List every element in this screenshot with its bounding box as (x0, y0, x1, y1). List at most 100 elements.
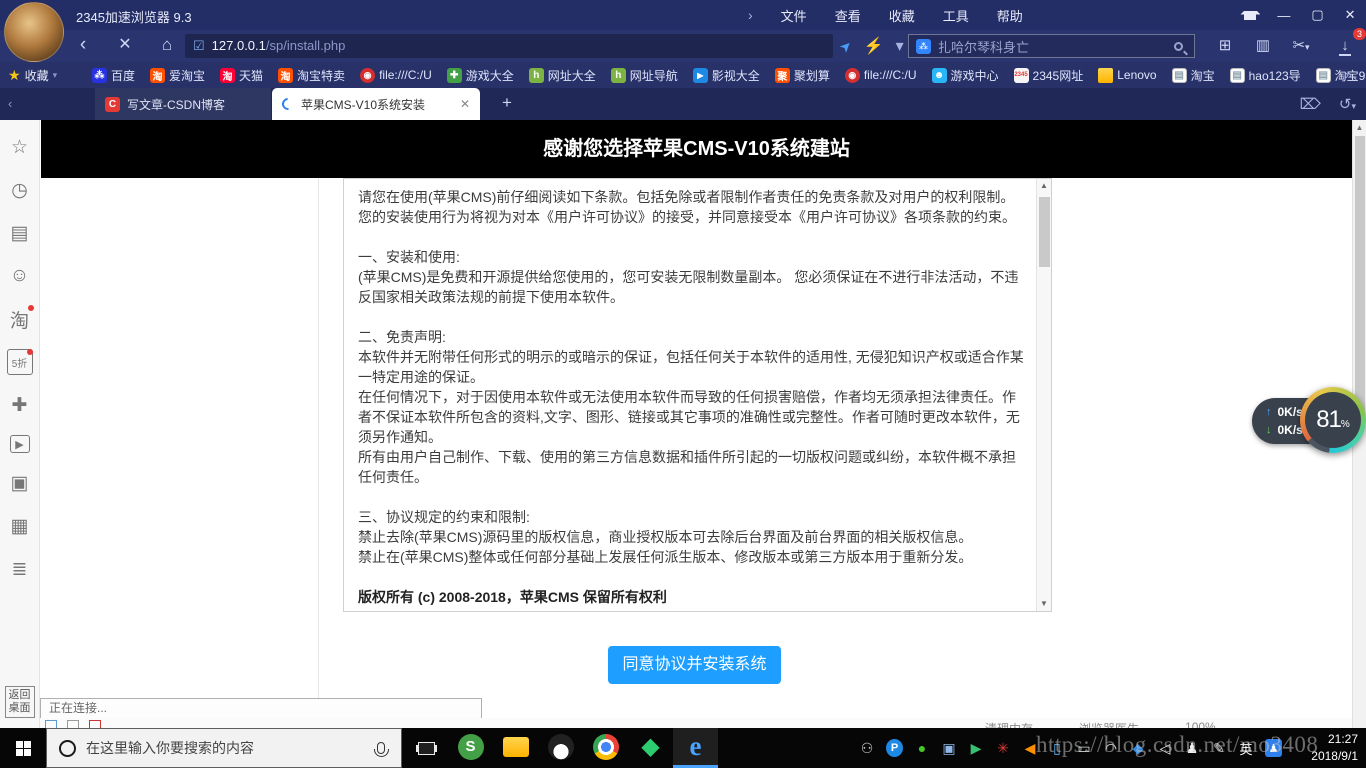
bookmark-taobao[interactable]: ▤ 淘宝 (1172, 67, 1215, 84)
tray-wechat-icon[interactable]: ● (914, 739, 930, 757)
taskbar-app-qq[interactable] (538, 728, 583, 768)
license-scrollbar[interactable]: ▲ ▼ (1036, 179, 1051, 611)
taskbar-app-green-gem[interactable]: ◆ (628, 728, 673, 768)
home-button[interactable]: ⌂ (150, 30, 184, 62)
agree-and-install-button[interactable]: 同意协议并安装系统 (608, 646, 781, 684)
taskbar-app-green-s[interactable]: S (448, 728, 493, 768)
tray-red-cluster-icon[interactable]: ✳ (995, 739, 1011, 757)
sidebar-computer-icon[interactable]: ▣ (7, 470, 33, 496)
clean-traces-icon[interactable]: ⌦ (1300, 95, 1321, 113)
taskbar-search-placeholder[interactable]: 在这里输入你要搜索的内容 (86, 738, 367, 758)
sidebar-notebook-icon[interactable]: ≣ (7, 556, 33, 582)
site-safety-icon[interactable]: ☑ (193, 38, 205, 54)
tab-scroll-left-icon[interactable]: ‹ (8, 88, 12, 120)
taskbar-search-box[interactable]: 在这里输入你要搜索的内容 (46, 728, 402, 768)
bookmarks-overflow-icon[interactable]: » (1345, 62, 1352, 88)
sidebar-wechat-chat-icon[interactable]: ☺ (7, 263, 33, 289)
scrollbar-thumb[interactable] (1039, 197, 1050, 267)
scroll-down-icon[interactable]: ▼ (1037, 597, 1051, 611)
bookmark-wangzhidaquan[interactable]: h 网址大全 (529, 67, 596, 84)
bookmark-taobao-temai[interactable]: 淘 淘宝特卖 (278, 67, 345, 84)
status-bar-item[interactable]: 100% (1185, 720, 1216, 728)
bookmark-yingshidaquan[interactable]: ▶ 影视大全 (693, 67, 760, 84)
tray-player-icon[interactable]: ▶ (968, 739, 984, 757)
bookmark-youxidaquan[interactable]: ✚ 游戏大全 (447, 67, 514, 84)
start-button[interactable] (0, 728, 46, 768)
back-button[interactable]: ‹ (66, 30, 100, 62)
tray-display-icon[interactable]: ▣ (941, 739, 957, 757)
search-query[interactable]: 扎哈尔琴科身亡 (938, 37, 1167, 56)
maximize-button[interactable]: ▢ (1311, 7, 1323, 23)
taskbar-app-2345-browser[interactable]: e (673, 728, 718, 768)
favorites-menu[interactable]: ★ 收藏 ▾ (8, 62, 57, 88)
menu-item[interactable]: 工具 (943, 6, 969, 25)
reading-panels-icon[interactable]: ▥ (1246, 30, 1280, 62)
task-view-button[interactable] (404, 728, 448, 768)
bookmark-wangzhidaohang[interactable]: h 网址导航 (611, 67, 678, 84)
status-bar-item[interactable]: 清理内存 (985, 720, 1033, 728)
bookmark-aitaobao[interactable]: 淘 爱淘宝 (150, 67, 205, 84)
sidebar-history-clock-icon[interactable]: ◷ (7, 177, 33, 203)
taskbar-app-file-explorer[interactable] (493, 728, 538, 768)
return-to-desktop-button[interactable]: 返回 桌面 (5, 686, 35, 718)
bookmark-file-c-u[interactable]: ◉ file:///C:/U (360, 68, 432, 83)
user-avatar[interactable] (4, 2, 64, 62)
stop-button[interactable]: ✕ (108, 30, 142, 62)
sidebar-games-gamepad-icon[interactable]: ✚ (7, 392, 33, 418)
tray-monitor-icon[interactable]: ▭ (1076, 739, 1092, 757)
memory-usage-gauge[interactable]: 81 % (1300, 387, 1366, 453)
apps-grid-icon[interactable]: ⊞ (1208, 30, 1242, 62)
search-magnifier-icon[interactable] (1174, 42, 1183, 51)
tray-device-icon[interactable]: ▯ (1049, 739, 1065, 757)
bookmark-taobao9k9[interactable]: ▤ 淘宝9块9 (1316, 67, 1366, 84)
tray-qq-penguin-icon[interactable]: ♟ (1184, 739, 1200, 757)
new-tab-button[interactable]: + (492, 88, 522, 120)
menu-item[interactable]: 文件 (781, 6, 807, 25)
bookmark-youxizhongxin[interactable]: ☻ 游戏中心 (932, 67, 999, 84)
tray-people-icon[interactable]: ⚇ (859, 739, 875, 757)
tab-close-icon[interactable]: ✕ (460, 97, 470, 111)
sidebar-taobao-icon[interactable]: 淘 (7, 306, 33, 332)
bookmark-juhuasuan[interactable]: 聚 聚划算 (775, 67, 830, 84)
bookmark-baidu[interactable]: ⁂ 百度 (92, 67, 135, 84)
tray-network-icon[interactable]: ◠ (1103, 739, 1119, 757)
tray-contact-card-icon[interactable]: ♟ (1265, 739, 1282, 757)
close-button[interactable]: ✕ (1345, 7, 1356, 23)
sidebar-video-film-icon[interactable]: ▶ (10, 435, 30, 453)
download-manager-icon[interactable]: ↓ 3 (1328, 30, 1362, 62)
sidebar-calculator-icon[interactable]: ▦ (7, 513, 33, 539)
page-scrollbar-thumb[interactable] (1355, 136, 1365, 422)
menu-item[interactable]: 帮助 (997, 6, 1023, 25)
page-scroll-up-icon[interactable]: ▲ (1353, 123, 1366, 132)
menu-item[interactable]: 收藏 (889, 6, 915, 25)
tray-speaker-icon[interactable]: ◁ (1157, 739, 1173, 757)
tray-orange-volume-icon[interactable]: ◀ (1022, 739, 1038, 757)
theme-skin-icon[interactable] (1244, 8, 1256, 23)
search-box[interactable]: ⁂ 扎哈尔琴科身亡 (908, 34, 1195, 58)
sidebar-coupon-5zhe-icon[interactable]: 5折 (7, 349, 33, 375)
taskbar-clock[interactable]: 21:27 2018/9/1 (1286, 731, 1358, 765)
bookmark-file-c-u2[interactable]: ◉ file:///C:/U (845, 68, 917, 83)
bolt-icon[interactable]: ⚡ (864, 36, 884, 56)
minimize-button[interactable]: — (1277, 8, 1290, 23)
tray-input-language-indicator[interactable]: 英 (1238, 739, 1254, 757)
sidebar-favorites-star-icon[interactable]: ☆ (7, 134, 33, 160)
status-bar-item[interactable]: 浏览器医生 (1079, 720, 1139, 728)
tab-install-active[interactable]: 苹果CMS-V10系统安装 ✕ (272, 88, 480, 120)
screenshot-scissors-icon[interactable]: ✂▾ (1284, 30, 1318, 62)
menu-chevron-icon[interactable]: › (748, 7, 753, 23)
tray-pen-icon[interactable]: ✎ (1211, 739, 1227, 757)
menu-item[interactable]: 查看 (835, 6, 861, 25)
microphone-icon[interactable] (377, 742, 385, 754)
bookmark-2345wangzhi[interactable]: 2345 2345网址 (1014, 67, 1084, 84)
bookmark-tmall[interactable]: 淘 天猫 (220, 67, 263, 84)
bookmark-lenovo-folder[interactable]: Lenovo (1098, 68, 1156, 83)
reopen-closed-tab-icon[interactable]: ↺▾ (1339, 95, 1356, 113)
sidebar-news-icon[interactable]: ▤ (7, 220, 33, 246)
address-caret-icon[interactable]: ▾ (896, 36, 904, 56)
taskbar-app-chrome[interactable] (583, 728, 628, 768)
tray-blue-p-icon[interactable]: P (886, 739, 903, 757)
bookmark-hao123[interactable]: ▤ hao123导 (1230, 67, 1301, 84)
scroll-up-icon[interactable]: ▲ (1037, 179, 1051, 193)
tab-csdn[interactable]: C 写文章-CSDN博客 (95, 88, 271, 120)
